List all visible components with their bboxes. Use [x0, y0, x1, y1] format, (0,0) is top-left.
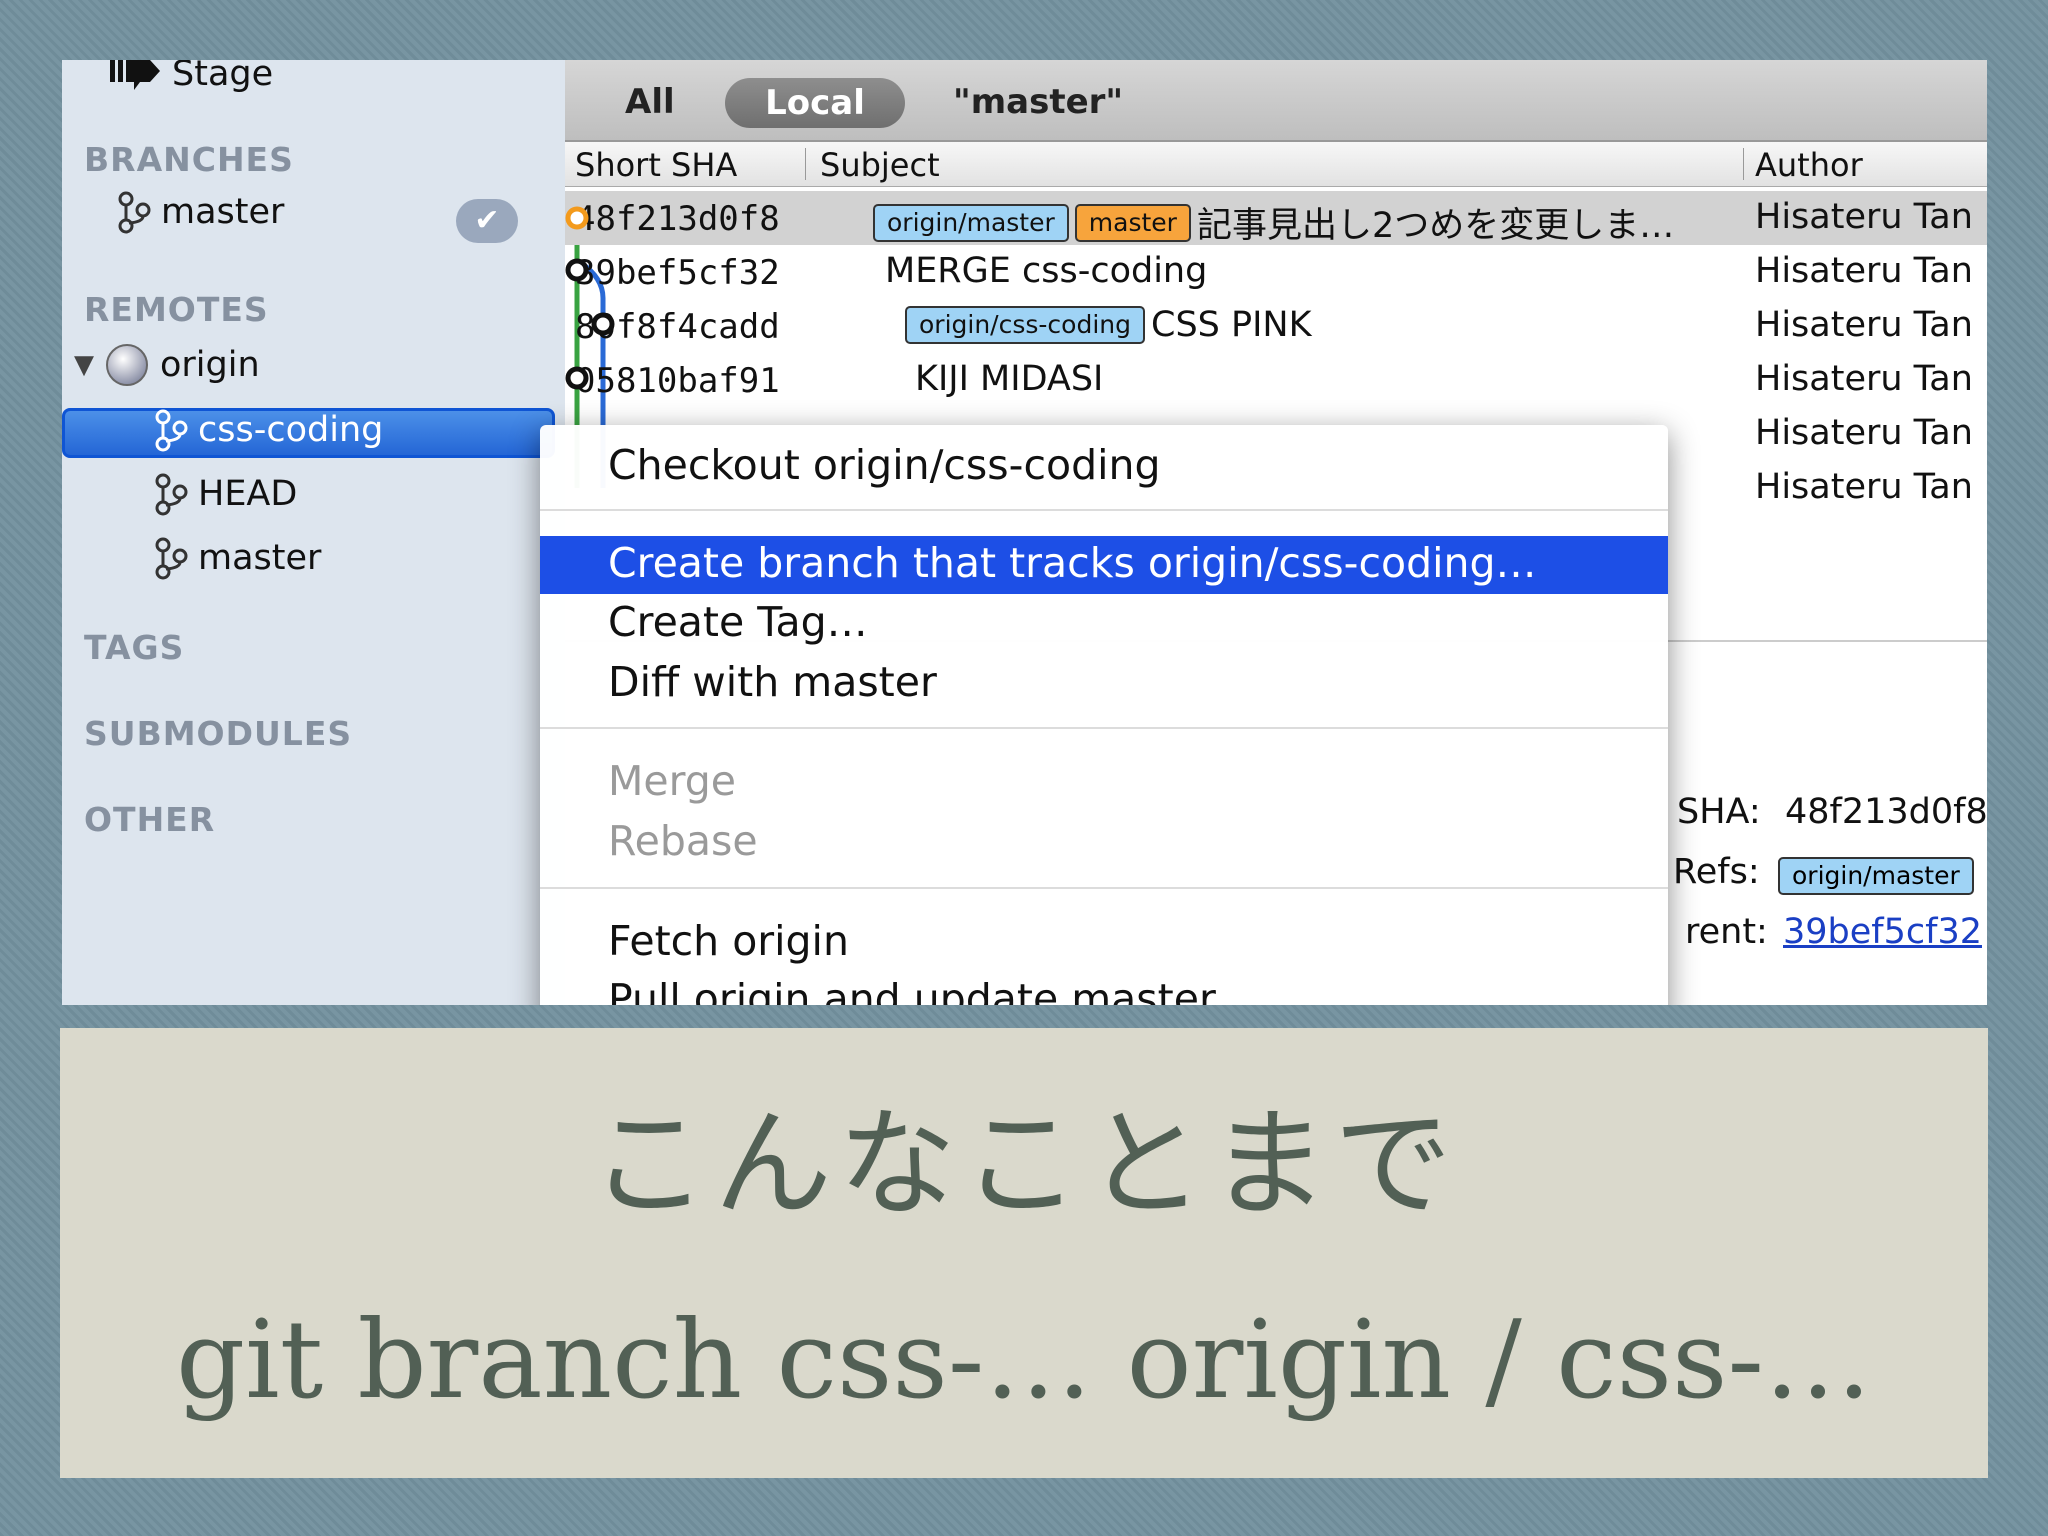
branch-icon — [118, 191, 151, 234]
slide-caption: こんなことまで git branch css-… origin / css-… — [60, 1028, 1988, 1478]
detail-parent-label: rent: — [1685, 912, 1768, 952]
remote-label: origin — [160, 345, 260, 385]
scope-bar: All Local "master" — [565, 60, 1987, 142]
menu-item-diff[interactable]: Diff with master — [608, 658, 937, 706]
menu-item-create-tracking-branch[interactable]: Create branch that tracks origin/css-cod… — [608, 539, 1537, 587]
detail-sha-label: SHA: — [1677, 792, 1761, 832]
commit-node-icon — [591, 312, 615, 336]
disclosure-triangle-icon[interactable]: ▼ — [74, 350, 94, 380]
branch-label: css-coding — [198, 410, 384, 450]
section-tags[interactable]: TAGS — [84, 628, 184, 667]
checked-out-badge-icon: ✔ — [456, 199, 518, 243]
sidebar-item-remote-master[interactable]: master — [154, 536, 321, 580]
menu-separator — [540, 509, 1668, 511]
branch-label: HEAD — [198, 474, 298, 514]
caption-line-1: こんなことまで — [589, 1095, 1458, 1233]
branch-icon — [155, 537, 188, 580]
menu-item-fetch[interactable]: Fetch origin — [608, 917, 849, 965]
context-menu: Checkout origin/css-coding Create branch… — [540, 425, 1668, 1005]
ref-tag-origin-css-coding: origin/css-coding — [905, 306, 1145, 344]
scope-master-button[interactable]: "master" — [953, 82, 1123, 122]
sidebar-item-css-coding[interactable]: css-coding — [154, 408, 383, 452]
column-header-subject[interactable]: Subject — [820, 146, 940, 184]
detail-ref-tag: origin/master — [1778, 857, 1974, 895]
commit-author: Hisateru Tan — [1755, 305, 1973, 345]
commit-author: Hisateru Tan — [1755, 251, 1973, 291]
commit-author: Hisateru Tan — [1755, 359, 1973, 399]
commit-subject: origin/css-coding CSS PINK — [905, 305, 1312, 345]
commit-sha: 05810baf91 — [575, 361, 780, 401]
sidebar-item-origin[interactable]: ▼ origin — [74, 342, 260, 388]
commit-node-icon — [565, 366, 589, 390]
scope-all-button[interactable]: All — [625, 82, 675, 122]
commit-subject-text: MERGE css-coding — [885, 251, 1208, 291]
column-divider[interactable] — [805, 148, 806, 180]
detail-parent-link[interactable]: 39bef5cf32 — [1783, 912, 1982, 952]
menu-item-rebase: Rebase — [608, 817, 758, 865]
table-row[interactable]: 80f8f4cadd origin/css-coding CSS PINK Hi… — [565, 299, 1987, 353]
sidebar: Stage BRANCHES master ✔ REMOTES ▼ origin… — [62, 60, 565, 1005]
branch-icon — [155, 409, 188, 452]
commit-author: Hisateru Tan — [1755, 197, 1973, 237]
menu-separator — [540, 887, 1668, 889]
table-row[interactable]: 48f213d0f8 origin/master master 記事見出し2つめ… — [565, 191, 1987, 248]
remote-globe-icon — [106, 344, 148, 386]
section-other[interactable]: OTHER — [84, 800, 215, 839]
scope-local-button[interactable]: Local — [725, 78, 905, 128]
menu-item-create-tag[interactable]: Create Tag… — [608, 598, 868, 646]
detail-sha-value: 48f213d0f8 — [1785, 792, 1987, 832]
branch-label: master — [198, 538, 322, 578]
column-header-author[interactable]: Author — [1755, 146, 1863, 184]
section-submodules[interactable]: SUBMODULES — [84, 714, 352, 753]
sidebar-item-head[interactable]: HEAD — [154, 472, 297, 516]
table-row[interactable]: 39bef5cf32 MERGE css-coding Hisateru Tan — [565, 245, 1987, 299]
sidebar-item-master[interactable]: master — [117, 190, 284, 234]
menu-item-pull[interactable]: Pull origin and update master — [608, 975, 1216, 1005]
stage-icon — [110, 60, 160, 90]
branch-label: master — [161, 192, 285, 232]
commit-node-icon — [565, 258, 589, 282]
commit-node-icon — [565, 206, 589, 230]
commit-subject-text: CSS PINK — [1151, 305, 1312, 345]
detail-refs-label: Refs: — [1673, 852, 1760, 892]
commit-sha: 48f213d0f8 — [575, 199, 780, 239]
table-row[interactable]: 05810baf91 KIJI MIDASI Hisateru Tan — [565, 353, 1987, 407]
column-header-sha[interactable]: Short SHA — [575, 146, 737, 184]
app-window: Stage BRANCHES master ✔ REMOTES ▼ origin… — [62, 60, 1987, 1005]
commit-author: Hisateru Tan — [1755, 413, 1973, 453]
branch-icon — [155, 473, 188, 516]
commit-sha: 39bef5cf32 — [575, 253, 780, 293]
stage-label: Stage — [172, 60, 274, 94]
commit-table-header: Short SHA Subject Author — [565, 142, 1987, 187]
commit-subject: origin/master master 記事見出し2つめを変更しま… — [873, 197, 1674, 248]
column-divider[interactable] — [1743, 148, 1744, 180]
caption-line-2: git branch css-… origin / css-… — [176, 1298, 1872, 1423]
ref-tag-origin-master: origin/master — [873, 203, 1069, 242]
commit-author: Hisateru Tan — [1755, 467, 1973, 507]
section-remotes: REMOTES — [84, 290, 269, 329]
commit-subject-text: 記事見出し2つめを変更しま… — [1196, 206, 1675, 246]
commit-subject-text: KIJI MIDASI — [915, 359, 1104, 399]
menu-item-checkout[interactable]: Checkout origin/css-coding — [608, 441, 1161, 489]
section-branches: BRANCHES — [84, 140, 294, 179]
menu-item-merge: Merge — [608, 757, 736, 805]
menu-separator — [540, 727, 1668, 729]
sidebar-item-stage[interactable]: Stage — [110, 60, 273, 94]
ref-tag-master: master — [1074, 203, 1191, 242]
